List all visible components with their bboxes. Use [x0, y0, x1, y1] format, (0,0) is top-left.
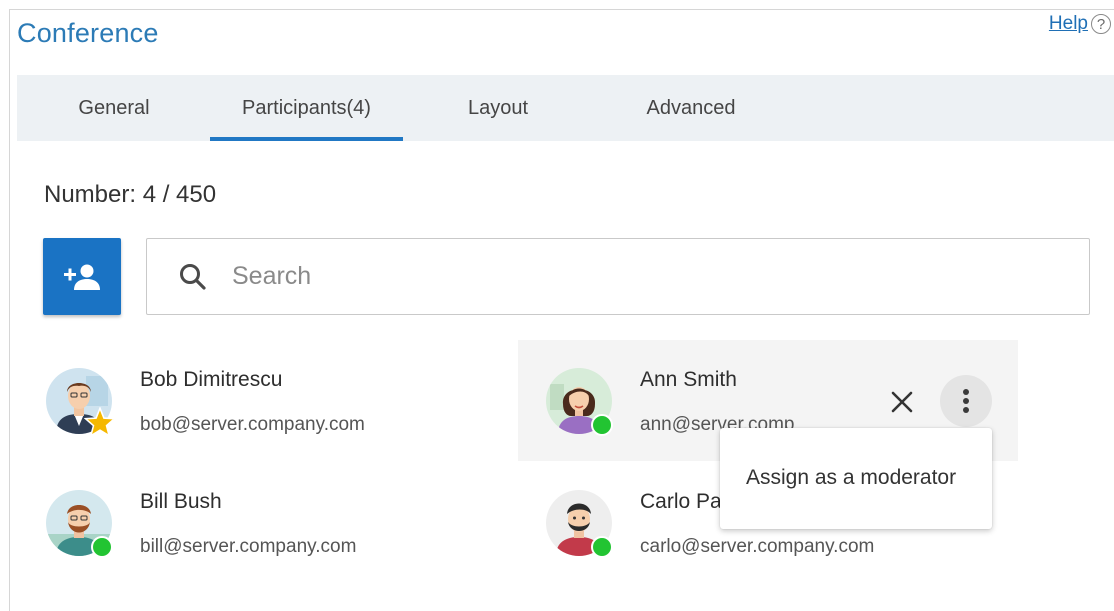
assign-moderator-menu-item[interactable]: Assign as a moderator — [746, 466, 956, 490]
help-question-icon[interactable]: ? — [1091, 14, 1111, 34]
participant-email: bob@server.company.com — [140, 414, 365, 435]
person-add-icon — [64, 264, 100, 290]
add-participant-button[interactable] — [43, 238, 121, 315]
tab-participants[interactable]: Participants(4) — [210, 75, 403, 141]
participant-context-menu: Assign as a moderator — [720, 428, 992, 529]
tab-general[interactable]: General — [46, 75, 182, 141]
more-options-button[interactable] — [940, 375, 992, 427]
participant-name: Ann Smith — [640, 368, 737, 391]
help-link[interactable]: Help — [1049, 13, 1088, 35]
participant-email: carlo@server.company.com — [640, 536, 875, 557]
online-status-dot — [591, 536, 613, 558]
close-icon — [891, 391, 913, 413]
tab-layout[interactable]: Layout — [430, 75, 566, 141]
online-status-dot — [91, 536, 113, 558]
participant-email: bill@server.company.com — [140, 536, 357, 557]
participant-name: Bob Dimitrescu — [140, 368, 283, 391]
participant-item[interactable]: Bill Bush bill@server.company.com — [40, 472, 480, 572]
help: Help ? — [1049, 13, 1111, 35]
search-box — [146, 238, 1090, 315]
participant-name: Bill Bush — [140, 490, 222, 513]
remove-participant-button[interactable] — [884, 384, 920, 420]
tab-advanced[interactable]: Advanced — [625, 75, 757, 141]
search-icon — [180, 263, 206, 290]
tab-bar: General Participants(4) Layout Advanced — [17, 75, 1114, 141]
search-input[interactable] — [230, 261, 1034, 292]
moderator-star-icon — [84, 407, 116, 437]
participant-count: Number: 4 / 450 — [44, 181, 217, 208]
participant-name: Carlo Pa — [640, 490, 722, 513]
online-status-dot — [591, 414, 613, 436]
participant-item[interactable]: Bob Dimitrescu bob@server.company.com — [40, 350, 480, 450]
page-title: Conference — [17, 18, 159, 48]
more-vertical-icon — [963, 389, 969, 413]
